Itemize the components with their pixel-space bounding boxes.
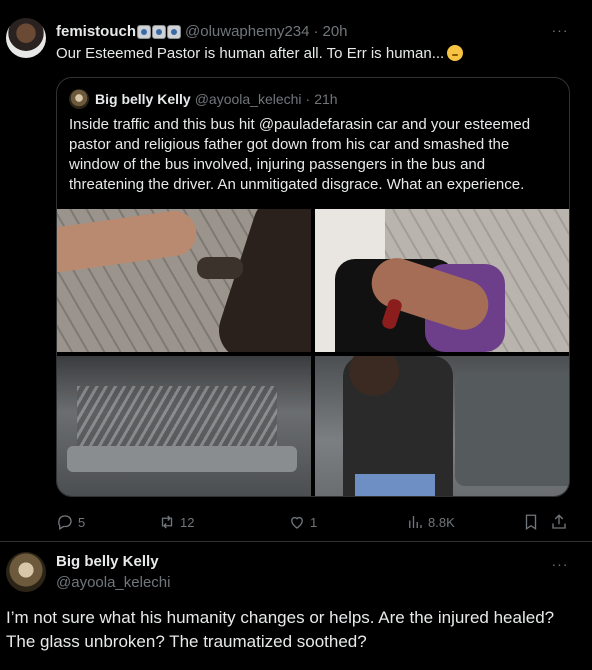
quoted-tweet[interactable]: Big belly Kelly @ayoola_kelechi · 21h In… bbox=[56, 77, 570, 497]
reply-count: 5 bbox=[78, 514, 86, 530]
timestamp[interactable]: 20h bbox=[322, 23, 347, 40]
reply-avatar[interactable] bbox=[6, 552, 46, 592]
avatar[interactable] bbox=[6, 18, 46, 58]
share-icon bbox=[552, 514, 566, 529]
photo-detail bbox=[211, 209, 311, 352]
photo-detail bbox=[197, 257, 243, 279]
photo-broken-glass[interactable] bbox=[57, 356, 311, 496]
view-count: 8.8K bbox=[428, 514, 455, 530]
quote-author-handle: @ayoola_kelechi bbox=[194, 91, 302, 107]
photo-detail bbox=[67, 446, 297, 472]
quote-timestamp: 21h bbox=[314, 91, 338, 107]
tweet-header: femistouch @oluwaphemy234 · 20h bbox=[56, 22, 348, 40]
repost-button[interactable]: 12 bbox=[158, 512, 194, 532]
reply-author-handle[interactable]: @ayoola_kelechi bbox=[56, 573, 170, 593]
face-with-hand-over-mouth-emoji bbox=[447, 45, 464, 61]
tweet-text: Our Esteemed Pastor is human after all. … bbox=[56, 44, 576, 64]
repost-icon bbox=[161, 515, 173, 529]
quote-author-name: Big belly Kelly bbox=[95, 91, 191, 107]
quote-text: Inside traffic and this bus hit @paulade… bbox=[69, 116, 531, 193]
separator-dot: · bbox=[305, 91, 311, 107]
reply-author-name[interactable]: Big belly Kelly bbox=[56, 552, 170, 572]
action-bar: 5 12 1 8.8K bbox=[56, 512, 576, 532]
media-grid bbox=[57, 209, 569, 496]
photo-injured-hand[interactable] bbox=[57, 209, 311, 352]
reply-button[interactable]: 5 bbox=[56, 512, 85, 532]
separator-dot: · bbox=[313, 22, 319, 40]
reply-icon bbox=[58, 515, 72, 530]
photo-detail bbox=[57, 209, 200, 275]
author-name[interactable]: femistouch bbox=[56, 23, 136, 40]
photo-detail bbox=[355, 474, 435, 496]
camera-flash-emoji bbox=[137, 25, 152, 39]
bookmark-button[interactable] bbox=[522, 512, 544, 532]
reply-text: I’m not sure what his humanity changes o… bbox=[6, 608, 555, 651]
author-handle[interactable]: @oluwaphemy234 bbox=[185, 23, 309, 40]
camera-flash-emoji bbox=[152, 25, 167, 39]
like-button[interactable]: 1 bbox=[288, 512, 317, 532]
reply-header: Big belly Kelly @ayoola_kelechi bbox=[56, 552, 170, 593]
photo-detail bbox=[77, 386, 277, 446]
quote-avatar bbox=[69, 89, 89, 109]
share-button[interactable] bbox=[550, 512, 572, 532]
bookmark-icon bbox=[525, 514, 537, 531]
tweet-text-content: Our Esteemed Pastor is human after all. … bbox=[56, 45, 445, 62]
views-button[interactable]: 8.8K bbox=[406, 512, 455, 532]
more-icon[interactable]: ··· bbox=[550, 557, 570, 574]
like-count: 1 bbox=[310, 514, 318, 530]
more-icon[interactable]: ··· bbox=[550, 23, 570, 40]
like-icon bbox=[291, 516, 303, 529]
photo-man-by-bus[interactable] bbox=[315, 356, 569, 496]
quote-header: Big belly Kelly @ayoola_kelechi · 21h bbox=[69, 89, 338, 109]
camera-flash-emoji bbox=[167, 25, 182, 39]
repost-count: 12 bbox=[180, 514, 195, 530]
views-icon bbox=[409, 516, 422, 528]
photo-detail bbox=[455, 376, 569, 486]
photo-bleeding-hand[interactable] bbox=[315, 209, 569, 352]
tweet[interactable]: femistouch @oluwaphemy234 · 20h ··· Our … bbox=[0, 0, 592, 542]
